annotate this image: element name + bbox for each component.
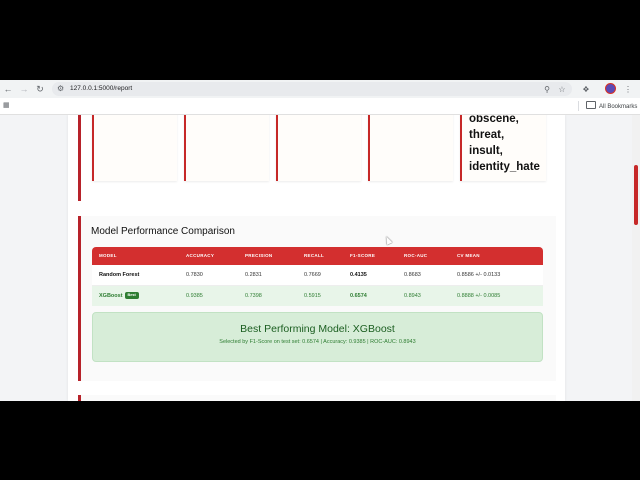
label-card xyxy=(368,115,453,181)
apps-grid-icon[interactable]: ▦ xyxy=(3,102,11,110)
url-text[interactable]: 127.0.0.1:5000/report xyxy=(70,82,132,96)
model-name: XGBoost xyxy=(99,293,123,299)
label-item: obscene, xyxy=(469,115,519,125)
cell-recall: 0.5915 xyxy=(304,293,321,299)
site-info-icon[interactable]: ⚙ xyxy=(57,84,67,94)
kebab-menu-icon[interactable]: ⋮ xyxy=(622,82,634,96)
cell-model: XGBoost Best xyxy=(99,286,139,306)
cell-precision: 0.7398 xyxy=(245,293,262,299)
label-item: threat, xyxy=(469,129,505,141)
column-header-roc-auc: ROC-AUC xyxy=(404,253,428,258)
label-item: insult, xyxy=(469,145,503,157)
all-bookmarks-label: All Bookmarks xyxy=(599,104,638,110)
toxicity-labels-section: obscene, threat, insult, identity_hate xyxy=(78,115,556,201)
table-row-best: XGBoost Best 0.9385 0.7398 0.5915 0.6574 … xyxy=(92,286,543,306)
table-row: Random Forest 0.7830 0.2831 0.7669 0.413… xyxy=(92,265,543,286)
label-card xyxy=(92,115,177,181)
bookmarks-divider xyxy=(578,101,579,111)
best-model-banner: Best Performing Model: XGBoost Selected … xyxy=(92,312,543,362)
page-viewport[interactable]: obscene, threat, insult, identity_hate M… xyxy=(0,115,640,401)
column-header-f1: F1-SCORE xyxy=(350,253,376,258)
cell-f1: 0.6574 xyxy=(350,293,367,299)
label-card xyxy=(184,115,269,181)
cell-accuracy: 0.9385 xyxy=(186,293,203,299)
scrollbar-thumb[interactable] xyxy=(634,165,638,225)
reload-icon[interactable]: ↻ xyxy=(33,82,47,96)
profile-avatar[interactable] xyxy=(605,83,616,94)
best-badge: Best xyxy=(124,292,139,299)
column-header-cv-mean: CV MEAN xyxy=(457,253,480,258)
cell-f1: 0.4135 xyxy=(350,272,367,278)
cell-accuracy: 0.7830 xyxy=(186,272,203,278)
column-header-model: MODEL xyxy=(99,253,117,258)
table-header: MODEL ACCURACY PRECISION RECALL F1-SCORE… xyxy=(92,247,543,265)
cell-cv-mean: 0.8586 +/- 0.0133 xyxy=(457,272,501,278)
next-section xyxy=(78,395,556,401)
best-model-title: Best Performing Model: XGBoost xyxy=(240,323,395,335)
star-icon[interactable]: ☆ xyxy=(556,82,568,96)
column-header-accuracy: ACCURACY xyxy=(186,253,215,258)
browser-window: ← → ↻ ⚙ 127.0.0.1:5000/report ⚲ ☆ ❖ ⋮ ▦ … xyxy=(0,80,640,401)
best-model-subtitle: Selected by F1-Score on test set: 0.6574… xyxy=(219,339,416,345)
label-card xyxy=(276,115,361,181)
cell-roc-auc: 0.8943 xyxy=(404,293,421,299)
zoom-icon[interactable]: ⚲ xyxy=(541,82,553,96)
performance-table: MODEL ACCURACY PRECISION RECALL F1-SCORE… xyxy=(92,247,543,306)
forward-icon[interactable]: → xyxy=(17,82,31,96)
folder-icon xyxy=(586,101,596,109)
label-list: obscene, threat, insult, identity_hate xyxy=(469,115,540,175)
report-container: obscene, threat, insult, identity_hate M… xyxy=(68,115,565,401)
cell-recall: 0.7669 xyxy=(304,272,321,278)
label-item: identity_hate xyxy=(469,161,540,173)
cell-roc-auc: 0.8683 xyxy=(404,272,421,278)
browser-toolbar: ← → ↻ ⚙ 127.0.0.1:5000/report ⚲ ☆ ❖ ⋮ xyxy=(0,80,640,98)
address-bar[interactable]: ⚙ 127.0.0.1:5000/report xyxy=(52,82,572,96)
bookmarks-bar: ▦ All Bookmarks xyxy=(0,98,640,115)
cell-cv-mean: 0.8888 +/- 0.0085 xyxy=(457,293,501,299)
extensions-icon[interactable]: ❖ xyxy=(580,82,592,96)
back-icon[interactable]: ← xyxy=(1,82,15,96)
column-header-precision: PRECISION xyxy=(245,253,273,258)
section-title: Model Performance Comparison xyxy=(91,226,235,237)
label-card-labels: obscene, threat, insult, identity_hate xyxy=(460,115,546,181)
cell-model: Random Forest xyxy=(99,272,140,278)
cell-precision: 0.2831 xyxy=(245,272,262,278)
all-bookmarks-button[interactable]: All Bookmarks xyxy=(586,101,637,112)
model-performance-section: Model Performance Comparison MODEL ACCUR… xyxy=(78,216,556,381)
scrollbar[interactable] xyxy=(632,115,640,401)
column-header-recall: RECALL xyxy=(304,253,325,258)
